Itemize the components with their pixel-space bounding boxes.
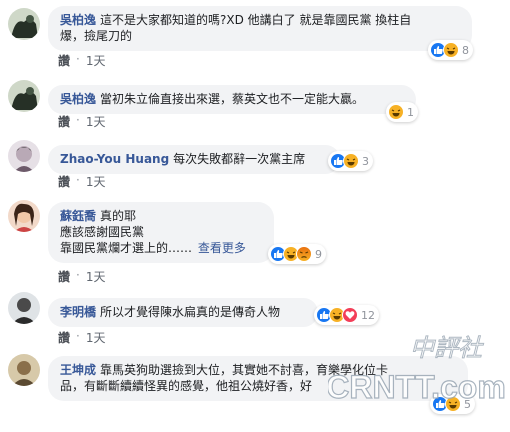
separator: · <box>76 268 80 282</box>
love-reaction-icon <box>342 307 358 323</box>
comment-bubble: 吳柏逸 當初朱立倫直接出來選，蔡英文也不一定能大贏。 <box>48 85 416 114</box>
reaction-count: 12 <box>361 308 375 322</box>
reaction-count: 3 <box>362 154 369 168</box>
avatar[interactable] <box>8 8 40 40</box>
angry-reaction-icon <box>296 246 312 262</box>
comment-time[interactable]: 1天 <box>86 329 106 346</box>
comment-bubble: 吳柏逸 這不是大家都知道的嗎?XD 他講白了 就是靠國民黨 換柱自 爆，撿尾刀的 <box>48 6 472 51</box>
haha-reaction-icon <box>343 153 359 169</box>
comment-actions: 讚 · 1天 <box>58 329 105 346</box>
separator: · <box>76 113 80 127</box>
like-link[interactable]: 讚 <box>58 113 70 130</box>
comment-time[interactable]: 1天 <box>86 52 106 69</box>
comment-actions: 讚 · 1天 <box>58 268 105 285</box>
comment-bubble: 蘇鈺喬 真的耶 應該感謝國民黨 靠國民黨爛才選上的…… 查看更多 <box>48 202 274 263</box>
haha-reaction-icon <box>443 42 459 58</box>
avatar[interactable] <box>8 140 40 172</box>
reaction-count: 5 <box>464 397 471 411</box>
comment-author[interactable]: 吳柏逸 <box>60 92 96 106</box>
haha-reaction-icon <box>388 104 404 120</box>
comment-text: 品，有斷斷續續怪異的感覺，他祖公燒好香，好 <box>60 379 313 393</box>
reaction-summary[interactable]: 12 <box>314 305 379 325</box>
comment-actions: 讚 · 1天 <box>58 173 105 190</box>
comment-actions: 讚 · 1天 <box>58 52 105 69</box>
comment-text: 這不是大家都知道的嗎?XD 他講白了 就是靠國民黨 換柱自 <box>100 13 412 27</box>
like-link[interactable]: 讚 <box>58 52 70 69</box>
separator: · <box>76 329 80 343</box>
comment-author[interactable]: 王坤成 <box>60 363 96 377</box>
comment-author[interactable]: 李明橋 <box>60 305 96 319</box>
comment-actions: 讚 · 1天 <box>58 113 105 130</box>
comment-author[interactable]: 蘇鈺喬 <box>60 209 96 223</box>
like-link[interactable]: 讚 <box>58 268 70 285</box>
reaction-count: 8 <box>462 43 469 57</box>
separator: · <box>76 52 80 66</box>
reaction-count: 9 <box>315 247 322 261</box>
haha-reaction-icon <box>445 396 461 412</box>
comment-author[interactable]: Zhao-You Huang <box>60 152 169 166</box>
avatar[interactable] <box>8 80 40 112</box>
reaction-summary[interactable]: 9 <box>268 244 326 264</box>
comment-text: 當初朱立倫直接出來選，蔡英文也不一定能大贏。 <box>100 92 365 106</box>
reaction-summary[interactable]: 8 <box>428 40 473 60</box>
like-link[interactable]: 讚 <box>58 329 70 346</box>
comment-bubble: 李明橋 所以才覺得陳水扁真的是傳奇人物 <box>48 298 318 327</box>
see-more-link[interactable]: 查看更多 <box>198 241 246 255</box>
comment-text: 靠馬英狗助選撿到大位，其實她不討喜，育樂學化位卡 <box>100 363 389 377</box>
comment-text: 每次失敗都辭一次黨主席 <box>173 152 306 166</box>
like-link[interactable]: 讚 <box>58 173 70 190</box>
comment-text: 爆，撿尾刀的 <box>60 29 133 43</box>
separator: · <box>76 173 80 187</box>
comment-author[interactable]: 吳柏逸 <box>60 13 96 27</box>
comment-bubble: Zhao-You Huang 每次失敗都辭一次黨主席 <box>48 145 340 174</box>
avatar[interactable] <box>8 292 40 324</box>
reaction-count: 1 <box>407 105 414 119</box>
comment-text: 所以才覺得陳水扁真的是傳奇人物 <box>100 305 281 319</box>
reaction-summary[interactable]: 5 <box>430 394 475 414</box>
avatar[interactable] <box>8 354 40 386</box>
reaction-summary[interactable]: 1 <box>386 102 418 122</box>
comment-bubble: 王坤成 靠馬英狗助選撿到大位，其實她不討喜，育樂學化位卡 品，有斷斷續續怪異的感覺… <box>48 356 468 401</box>
comment-time[interactable]: 1天 <box>86 113 106 130</box>
avatar[interactable] <box>8 200 40 232</box>
comment-time[interactable]: 1天 <box>86 268 106 285</box>
comment-text: 真的耶 <box>100 209 137 223</box>
comment-text: 靠國民黨爛才選上的…… <box>60 241 193 255</box>
comment-text: 應該感謝國民黨 <box>60 225 145 239</box>
comment-time[interactable]: 1天 <box>86 173 106 190</box>
reaction-summary[interactable]: 3 <box>328 151 373 171</box>
